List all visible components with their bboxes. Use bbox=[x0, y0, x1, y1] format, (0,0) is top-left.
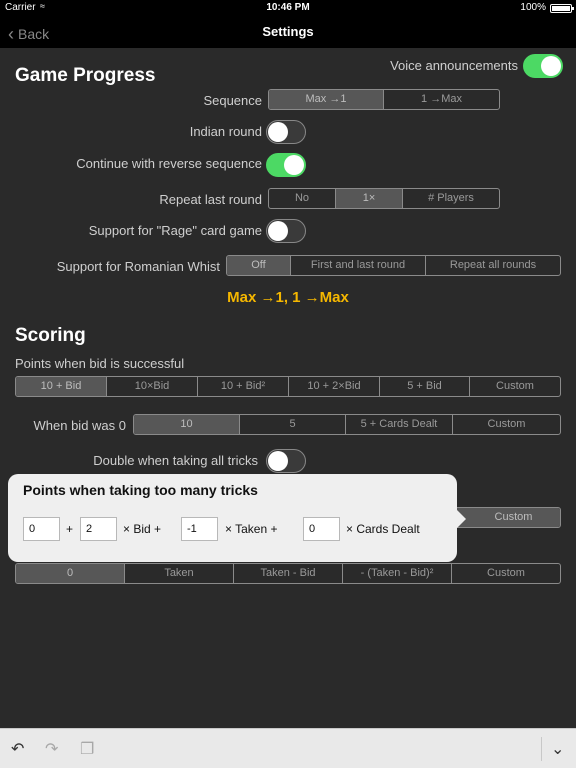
popover-title: Points when taking too many tricks bbox=[23, 482, 258, 498]
keyboard-shortcut-bar: ↶ ↷ ❐ ⌄ bbox=[0, 728, 576, 768]
bid-success-option-5-plus-bid[interactable]: 5 + Bid bbox=[380, 377, 470, 396]
double-all-tricks-label: Double when taking all tricks bbox=[93, 453, 258, 468]
sequence-summary: Max →1, 1 →Max bbox=[227, 289, 349, 306]
constant-input[interactable]: 0 bbox=[23, 517, 60, 541]
bid-success-label: Points when bid is successful bbox=[15, 356, 185, 371]
bid-zero-label: When bid was 0 bbox=[33, 418, 127, 433]
plus-label: + bbox=[66, 522, 74, 536]
bid-success-option-10x-bid[interactable]: 10×Bid bbox=[107, 377, 198, 396]
too-few-option-taken-minus-bid[interactable]: Taken - Bid bbox=[234, 564, 343, 583]
sequence-option-1-to-max[interactable]: 1 →Max bbox=[384, 90, 499, 109]
rage-support-label: Support for "Rage" card game bbox=[88, 223, 262, 238]
romanian-option-off[interactable]: Off bbox=[227, 256, 291, 275]
voice-announcements-label: Voice announcements bbox=[390, 58, 518, 73]
custom-formula-popover: Points when taking too many tricks 0 + 2… bbox=[8, 474, 466, 562]
continue-reverse-label: Continue with reverse sequence bbox=[76, 156, 262, 171]
scoring-heading: Scoring bbox=[15, 325, 86, 346]
battery-percent: 100% bbox=[520, 2, 546, 13]
bid-term-label: × Bid + bbox=[123, 522, 162, 536]
sequence-label: Sequence bbox=[203, 93, 262, 108]
indian-round-label: Indian round bbox=[189, 124, 262, 139]
sequence-option-max-to-1[interactable]: Max →1 bbox=[269, 90, 384, 109]
too-many-option-custom[interactable]: Custom bbox=[453, 508, 560, 527]
bid-zero-option-custom[interactable]: Custom bbox=[453, 415, 560, 434]
romanian-whist-segmented-control: Off First and last round Repeat all roun… bbox=[226, 255, 561, 276]
bid-zero-option-5-plus-cards[interactable]: 5 + Cards Dealt bbox=[346, 415, 453, 434]
double-all-tricks-toggle[interactable] bbox=[266, 449, 306, 473]
continue-reverse-toggle[interactable] bbox=[266, 153, 306, 177]
chevron-down-icon[interactable]: ⌄ bbox=[551, 739, 564, 759]
bid-success-option-10-plus-2x-bid[interactable]: 10 + 2×Bid bbox=[289, 377, 380, 396]
too-few-option-0[interactable]: 0 bbox=[16, 564, 125, 583]
game-progress-heading: Game Progress bbox=[15, 65, 156, 86]
toolbar-divider bbox=[541, 737, 542, 761]
battery-icon bbox=[550, 4, 574, 13]
too-few-option-neg-squared[interactable]: - (Taken - Bid)² bbox=[343, 564, 452, 583]
indian-round-toggle[interactable] bbox=[266, 120, 306, 144]
repeat-option-no[interactable]: No bbox=[269, 189, 336, 208]
romanian-option-repeat-all[interactable]: Repeat all rounds bbox=[426, 256, 560, 275]
status-bar: Carrier ≈ 10:46 PM 100% bbox=[0, 0, 576, 16]
romanian-option-first-last[interactable]: First and last round bbox=[291, 256, 426, 275]
repeat-option-players[interactable]: # Players bbox=[403, 189, 499, 208]
cards-dealt-term-label: × Cards Dealt bbox=[346, 522, 420, 536]
bid-success-option-10-plus-bid[interactable]: 10 + Bid bbox=[16, 377, 107, 396]
too-few-option-custom[interactable]: Custom bbox=[452, 564, 560, 583]
page-title: Settings bbox=[262, 24, 314, 39]
repeat-option-1x[interactable]: 1× bbox=[336, 189, 403, 208]
redo-icon[interactable]: ↷ bbox=[45, 739, 58, 759]
bid-success-option-10-plus-bid-squared[interactable]: 10 + Bid² bbox=[198, 377, 289, 396]
cards-dealt-coefficient-input[interactable]: 0 bbox=[303, 517, 340, 541]
bid-success-option-custom[interactable]: Custom bbox=[470, 377, 560, 396]
repeat-last-round-segmented-control: No 1× # Players bbox=[268, 188, 500, 209]
romanian-whist-label: Support for Romanian Whist bbox=[56, 259, 220, 274]
bid-zero-option-5[interactable]: 5 bbox=[240, 415, 346, 434]
taken-coefficient-input[interactable]: -1 bbox=[181, 517, 218, 541]
voice-announcements-toggle[interactable] bbox=[523, 54, 563, 78]
paste-icon[interactable]: ❐ bbox=[80, 739, 94, 759]
bid-success-segmented-control: 10 + Bid 10×Bid 10 + Bid² 10 + 2×Bid 5 +… bbox=[15, 376, 561, 397]
clock: 10:46 PM bbox=[266, 2, 310, 13]
too-few-option-taken[interactable]: Taken bbox=[125, 564, 234, 583]
navigation-bar: ‹ Back Settings bbox=[0, 16, 576, 48]
taken-term-label: × Taken + bbox=[225, 522, 278, 536]
bid-zero-segmented-control: 10 5 5 + Cards Dealt Custom bbox=[133, 414, 561, 435]
bid-coefficient-input[interactable]: 2 bbox=[80, 517, 117, 541]
rage-support-toggle[interactable] bbox=[266, 219, 306, 243]
too-many-tricks-segmented-control: Custom bbox=[452, 507, 561, 528]
repeat-last-round-label: Repeat last round bbox=[159, 192, 262, 207]
undo-icon[interactable]: ↶ bbox=[11, 739, 24, 759]
sequence-segmented-control: Max →1 1 →Max bbox=[268, 89, 500, 110]
too-few-tricks-segmented-control: 0 Taken Taken - Bid - (Taken - Bid)² Cus… bbox=[15, 563, 561, 584]
bid-zero-option-10[interactable]: 10 bbox=[134, 415, 240, 434]
